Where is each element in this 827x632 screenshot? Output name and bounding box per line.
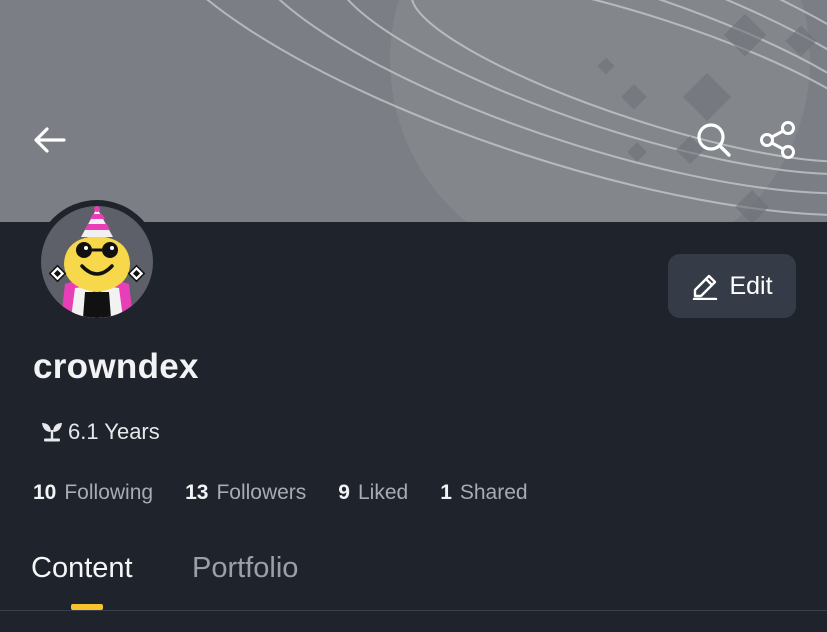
banner-decoration (148, 0, 827, 222)
stat-label: Followers (216, 481, 307, 504)
tabs-divider (0, 610, 827, 611)
profile-tabs: Content Portfolio (0, 548, 827, 610)
stat-count: 9 (338, 481, 350, 504)
search-icon (697, 123, 731, 157)
sprout-icon (42, 423, 62, 442)
stat-shared[interactable]: 1 Shared (440, 481, 527, 505)
edit-profile-button[interactable]: Edit (668, 254, 796, 318)
stat-count: 1 (440, 481, 452, 504)
stat-count: 13 (185, 481, 209, 504)
stat-label: Shared (459, 481, 528, 504)
tab-portfolio[interactable]: Portfolio (192, 552, 298, 585)
edit-button-label: Edit (729, 271, 773, 300)
stat-following[interactable]: 10 Following (33, 481, 153, 505)
stat-followers[interactable]: 13 Followers (185, 481, 306, 505)
avatar[interactable] (35, 200, 159, 324)
share-icon (760, 121, 795, 159)
username: crowndex (33, 347, 199, 386)
profile-stats: 10 Following 13 Followers 9 Liked 1 Shar… (33, 481, 560, 505)
search-button[interactable] (690, 116, 738, 164)
back-button[interactable] (28, 118, 72, 162)
stat-label: Liked (357, 481, 409, 504)
account-age-text: 6.1 Years (68, 419, 160, 444)
stat-label: Following (64, 481, 154, 504)
pencil-icon (693, 274, 718, 300)
arrow-left-icon (34, 127, 66, 153)
account-age: 6.1 Years (40, 419, 160, 445)
profile-banner (0, 0, 827, 222)
share-button[interactable] (752, 116, 804, 164)
avatar-image (41, 206, 153, 318)
stat-liked[interactable]: 9 Liked (338, 481, 408, 505)
avatar-illustration (48, 206, 146, 318)
stat-count: 10 (33, 481, 57, 504)
tab-content[interactable]: Content (31, 552, 133, 585)
